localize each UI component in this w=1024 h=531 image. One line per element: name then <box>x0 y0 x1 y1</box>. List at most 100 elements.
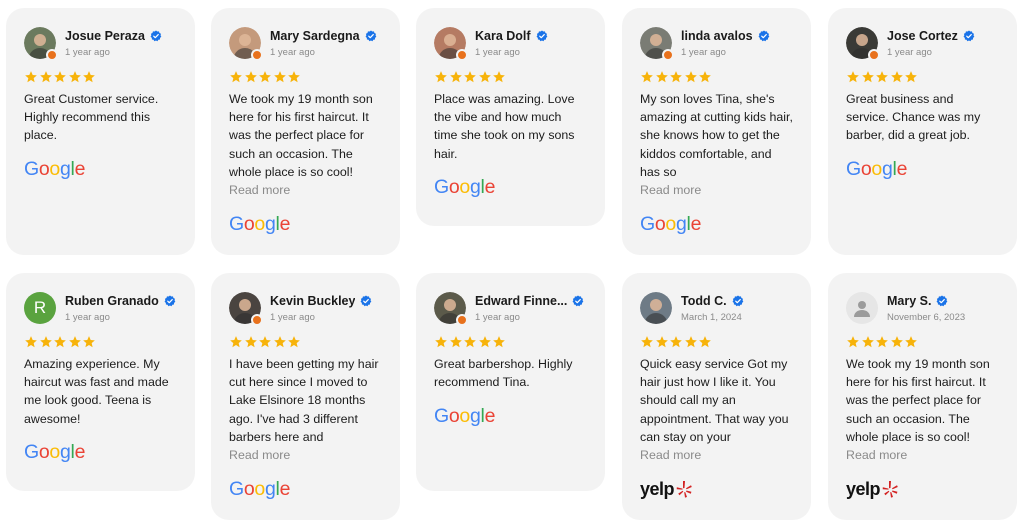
avatar[interactable] <box>229 292 263 326</box>
reviewer-info: Edward Finne... 1 year ago <box>475 294 584 323</box>
google-letter: o <box>459 176 470 199</box>
review-card: Josue Peraza 1 year ago Great Customer ser… <box>6 8 195 255</box>
star-icon <box>230 71 242 83</box>
reviewer-name[interactable]: Ruben Granado <box>65 294 159 308</box>
verified-icon <box>758 30 769 41</box>
reviewer-name[interactable]: Edward Finne... <box>475 294 567 308</box>
reviewer-name[interactable]: Jose Cortez <box>887 29 958 43</box>
avatar[interactable] <box>640 27 674 61</box>
yelp-logo[interactable]: yelp <box>846 478 999 500</box>
google-letter: o <box>654 212 666 235</box>
star-icon <box>493 336 505 348</box>
avatar[interactable] <box>434 292 468 326</box>
star-icon <box>876 336 888 348</box>
read-more-link[interactable]: Read more <box>229 446 382 464</box>
reviewer-info: Ruben Granado 1 year ago <box>65 294 176 323</box>
google-letter: o <box>459 404 470 427</box>
google-logo[interactable]: Google <box>434 405 587 427</box>
google-letter: o <box>448 404 460 427</box>
review-date: 1 year ago <box>475 46 520 58</box>
star-icon <box>478 71 491 83</box>
star-icon <box>655 336 668 348</box>
google-letter: G <box>640 212 655 235</box>
star-icon <box>464 336 476 348</box>
star-icon <box>699 336 711 348</box>
google-letter: e <box>279 477 291 500</box>
star-icon <box>68 71 81 83</box>
google-wordmark: Google <box>640 213 701 236</box>
verified-icon <box>361 295 372 306</box>
google-wordmark: Google <box>24 158 85 181</box>
reviewer-name[interactable]: Kara Dolf <box>475 29 531 43</box>
review-text: Quick easy service Got my hair just how … <box>640 357 789 444</box>
reviewer-info: Kara Dolf 1 year ago <box>475 29 548 58</box>
reviewer-name[interactable]: Josue Peraza <box>65 29 145 43</box>
google-logo[interactable]: Google <box>434 176 587 199</box>
google-wordmark: Google <box>24 441 85 464</box>
reviewer-name[interactable]: Mary S. <box>887 294 931 308</box>
name-row: Todd C. <box>681 294 744 308</box>
google-letter: o <box>243 477 255 500</box>
reviewer-name[interactable]: Kevin Buckley <box>270 294 355 308</box>
avatar[interactable]: R <box>24 292 56 324</box>
google-wordmark: Google <box>229 478 290 501</box>
google-letter: G <box>846 158 861 181</box>
local-guide-badge-icon <box>868 49 880 61</box>
reviewer-info: Mary Sardegna 1 year ago <box>270 29 377 58</box>
review-header: Mary Sardegna 1 year ago <box>229 26 382 61</box>
star-rating <box>434 70 587 86</box>
google-letter: o <box>49 441 60 464</box>
name-row: linda avalos <box>681 29 770 43</box>
star-rating <box>640 335 793 351</box>
review-date: 1 year ago <box>65 311 110 323</box>
avatar[interactable] <box>640 292 672 324</box>
review-header: Edward Finne... 1 year ago <box>434 291 587 326</box>
review-date: 1 year ago <box>270 311 315 323</box>
star-icon <box>699 71 711 83</box>
yelp-logo[interactable]: yelp <box>640 478 793 500</box>
google-logo[interactable]: Google <box>229 478 382 500</box>
read-more-link[interactable]: Read more <box>640 446 793 464</box>
name-row: Mary Sardegna <box>270 29 377 43</box>
review-header: linda avalos 1 year ago <box>640 26 793 61</box>
google-letter: o <box>243 212 255 235</box>
google-letter: e <box>484 176 496 199</box>
star-rating <box>229 70 382 86</box>
review-date: 1 year ago <box>65 46 110 58</box>
avatar[interactable] <box>24 27 58 61</box>
read-more-link[interactable]: Read more <box>846 446 999 464</box>
verified-icon <box>937 295 948 306</box>
google-letter: o <box>254 212 265 235</box>
review-text: We took my 19 month son here for his fir… <box>229 92 373 179</box>
star-icon <box>890 71 903 83</box>
avatar[interactable] <box>846 27 880 61</box>
reviewer-name[interactable]: linda avalos <box>681 29 753 43</box>
reviewer-info: Kevin Buckley 1 year ago <box>270 294 372 323</box>
review-text: Great Customer service. Highly recommend… <box>24 92 159 143</box>
reviewer-name[interactable]: Mary Sardegna <box>270 29 360 43</box>
google-wordmark: Google <box>229 213 290 236</box>
google-logo[interactable]: Google <box>24 441 177 464</box>
star-icon <box>273 336 286 348</box>
avatar[interactable] <box>434 27 468 61</box>
star-icon <box>25 71 37 83</box>
google-logo[interactable]: Google <box>24 158 177 181</box>
review-text: We took my 19 month son here for his fir… <box>846 357 990 444</box>
review-date: November 6, 2023 <box>887 311 966 323</box>
reviewer-name[interactable]: Todd C. <box>681 294 727 308</box>
read-more-link[interactable]: Read more <box>229 181 382 199</box>
google-logo[interactable]: Google <box>229 213 382 235</box>
yelp-word: yelp <box>846 478 881 499</box>
local-guide-badge-icon <box>456 314 468 326</box>
star-icon <box>861 71 874 83</box>
google-letter: G <box>229 212 244 235</box>
google-logo[interactable]: Google <box>846 158 999 181</box>
google-wordmark: Google <box>846 158 907 181</box>
star-icon <box>230 336 242 348</box>
google-logo[interactable]: Google <box>640 213 793 235</box>
avatar[interactable] <box>229 27 263 61</box>
review-text: Amazing experience. My haircut was fast … <box>24 357 169 426</box>
read-more-link[interactable]: Read more <box>640 181 793 199</box>
verified-icon <box>536 30 547 41</box>
avatar[interactable] <box>846 292 878 324</box>
